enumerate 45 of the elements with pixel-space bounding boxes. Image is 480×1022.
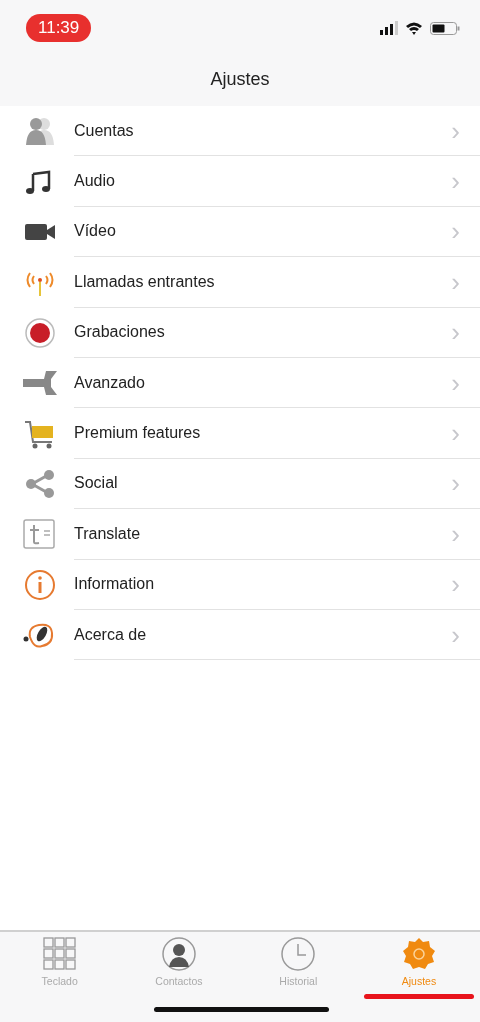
battery-icon: [430, 21, 460, 35]
settings-icon: [401, 936, 437, 972]
chevron-icon: ›: [451, 420, 460, 447]
info-icon: [22, 568, 58, 601]
settings-row[interactable]: Acerca de ›: [0, 609, 480, 661]
wifi-icon: [406, 21, 422, 35]
clock-icon: [280, 936, 317, 972]
settings-row[interactable]: Translate ›: [0, 509, 480, 560]
settings-row[interactable]: Premium features ›: [0, 408, 480, 459]
chevron-icon: ›: [451, 470, 460, 497]
chevron-icon: ›: [451, 571, 460, 598]
settings-label: Acerca de: [74, 624, 148, 645]
chevron-icon: ›: [451, 621, 460, 648]
settings-label: Premium features: [74, 423, 202, 444]
settings-row[interactable]: Cuentas ›: [0, 106, 480, 157]
settings-row[interactable]: Vídeo ›: [0, 206, 480, 258]
settings-label: Cuentas: [74, 120, 135, 141]
translate-icon: [22, 518, 58, 551]
settings-label: Vídeo: [74, 221, 117, 242]
settings-row[interactable]: Social ›: [0, 458, 480, 510]
record-icon: [22, 316, 58, 349]
chevron-icon: ›: [451, 168, 460, 195]
status-time: 11:39: [26, 14, 92, 42]
settings-label: Translate: [74, 523, 142, 544]
signal-icon: [380, 21, 398, 35]
chevron-icon: ›: [451, 369, 460, 396]
settings-label: Llamadas entrantes: [74, 271, 216, 292]
settings-label: Grabaciones: [74, 322, 166, 343]
settings-row[interactable]: Llamadas entrantes ›: [0, 257, 480, 308]
chevron-icon: ›: [451, 117, 460, 144]
settings-label: Audio: [74, 171, 116, 192]
contact-icon: [161, 936, 197, 972]
settings-label: Social: [74, 473, 119, 494]
keypad-icon: [41, 936, 78, 972]
settings-row[interactable]: Grabaciones ›: [0, 307, 480, 358]
settings-label: Avanzado: [74, 372, 146, 393]
settings-row[interactable]: Audio ›: [0, 156, 480, 207]
settings-label: Information: [74, 574, 156, 595]
chevron-icon: ›: [451, 520, 460, 547]
chevron-icon: ›: [451, 218, 460, 245]
screen-title: Ajustes: [209, 68, 271, 91]
settings-row[interactable]: Avanzado ›: [0, 357, 480, 409]
chevron-icon: ›: [451, 268, 460, 295]
chevron-icon: ›: [451, 319, 460, 346]
settings-row[interactable]: Information ›: [0, 559, 480, 610]
